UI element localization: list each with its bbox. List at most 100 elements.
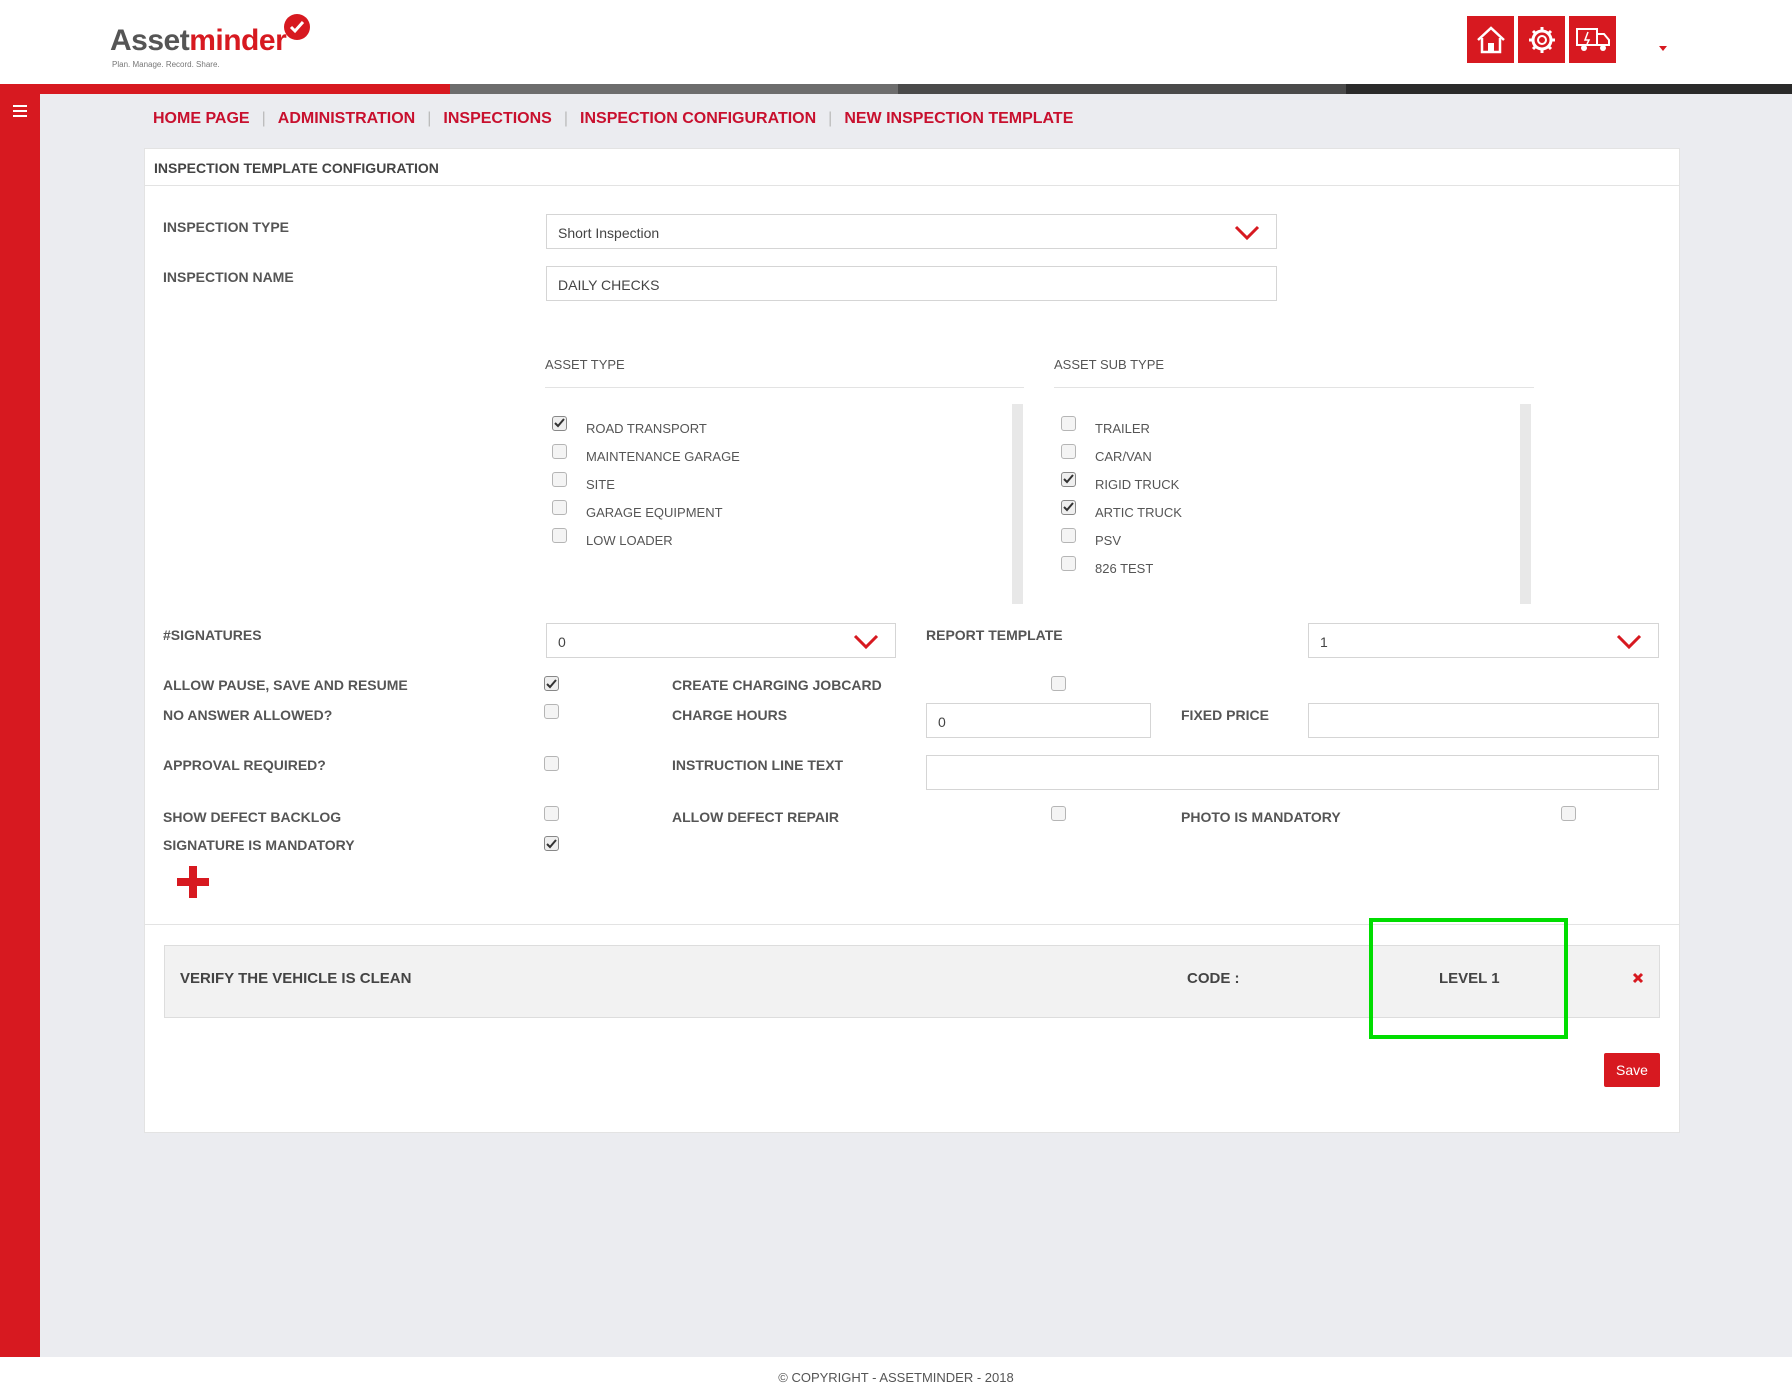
logo-tagline: Plan. Manage. Record. Share. [112, 60, 220, 69]
home-icon[interactable] [1467, 16, 1514, 63]
asset-type-label: LOW LOADER [586, 532, 673, 548]
asset-sub-type-label: RIGID TRUCK [1095, 476, 1180, 492]
asset-sub-type-header: ASSET SUB TYPE [1054, 357, 1534, 388]
delete-item-icon[interactable] [1628, 968, 1648, 988]
asset-type-label: ROAD TRANSPORT [586, 420, 707, 436]
level-highlight-box [1369, 918, 1568, 1039]
hamburger-menu-icon[interactable] [13, 105, 27, 120]
top-bar: Assetminder Plan. Manage. Record. Share. [0, 0, 1792, 84]
assetminder-logo[interactable]: Assetminder Plan. Manage. Record. Share. [110, 14, 320, 69]
approval-required-label: APPROVAL REQUIRED? [163, 757, 326, 773]
instruction-line-text-label: INSTRUCTION LINE TEXT [672, 757, 844, 773]
settings-gear-icon[interactable] [1518, 16, 1565, 63]
list-item[interactable]: PSV [1054, 526, 1182, 554]
list-item[interactable]: TRAILER [1054, 414, 1182, 442]
sidebar [0, 94, 40, 1357]
photo-is-mandatory-checkbox[interactable] [1561, 806, 1576, 821]
asset-sub-type-label: PSV [1095, 532, 1122, 548]
approval-required-checkbox[interactable] [544, 756, 559, 771]
breadcrumb-administration[interactable]: ADMINISTRATION [278, 110, 415, 128]
list-item[interactable]: LOW LOADER [545, 526, 740, 554]
breadcrumb-new-inspection-template[interactable]: NEW INSPECTION TEMPLATE [844, 110, 1073, 128]
logo-wordmark: Assetminder [110, 24, 287, 57]
list-item[interactable]: RIGID TRUCK [1054, 470, 1182, 498]
user-menu-caret-icon[interactable] [1659, 46, 1667, 51]
asset-sub-type-scrollbar[interactable] [1520, 404, 1531, 604]
fixed-price-input[interactable] [1308, 703, 1659, 738]
charge-hours-label: CHARGE HOURS [672, 707, 788, 723]
show-defect-backlog-checkbox[interactable] [544, 806, 559, 821]
breadcrumb-inspection-configuration[interactable]: INSPECTION CONFIGURATION [580, 110, 816, 128]
asset-sub-type-checkbox[interactable] [1061, 471, 1076, 487]
header-stripe-darker [1346, 84, 1792, 94]
list-item[interactable]: 826 TEST [1054, 554, 1182, 582]
no-answer-allowed-checkbox[interactable] [544, 704, 559, 719]
breadcrumb-separator: | [828, 110, 833, 127]
asset-type-checkbox[interactable] [552, 499, 567, 515]
list-item[interactable]: ARTIC TRUCK [1054, 498, 1182, 526]
asset-type-label: SITE [586, 476, 615, 492]
asset-type-label: MAINTENANCE GARAGE [586, 448, 740, 464]
list-item[interactable]: ROAD TRANSPORT [545, 414, 740, 442]
asset-type-checkbox[interactable] [552, 471, 567, 487]
asset-type-checkbox[interactable] [552, 415, 567, 431]
asset-sub-type-label: TRAILER [1095, 420, 1150, 436]
allow-defect-repair-checkbox[interactable] [1051, 806, 1066, 821]
create-charging-jobcard-checkbox[interactable] [1051, 676, 1066, 691]
charge-hours-input[interactable]: 0 [926, 703, 1151, 738]
asset-sub-type-checkbox[interactable] [1061, 415, 1076, 431]
inspection-item-code-label: CODE : [1187, 970, 1240, 987]
asset-type-scrollbar[interactable] [1012, 404, 1023, 604]
charge-hours-value: 0 [938, 714, 946, 730]
signatures-select[interactable]: 0 [546, 623, 896, 658]
instruction-line-text-input[interactable] [926, 755, 1659, 790]
inspection-type-label: INSPECTION TYPE [163, 219, 290, 235]
panel-title: INSPECTION TEMPLATE CONFIGURATION [145, 149, 1679, 186]
asset-sub-type-label: ARTIC TRUCK [1095, 504, 1182, 520]
chevron-down-icon [1234, 225, 1260, 241]
asset-type-list: ROAD TRANSPORT MAINTENANCE GARAGE SITE G… [545, 414, 740, 554]
asset-sub-type-checkbox[interactable] [1061, 555, 1076, 571]
inspection-name-label: INSPECTION NAME [163, 269, 294, 285]
report-template-select[interactable]: 1 [1308, 623, 1659, 658]
header-stripe-grey [450, 84, 898, 94]
breadcrumb: HOME PAGE | ADMINISTRATION | INSPECTIONS… [153, 110, 1073, 128]
list-item[interactable]: MAINTENANCE GARAGE [545, 442, 740, 470]
allow-pause-label: ALLOW PAUSE, SAVE AND RESUME [163, 677, 408, 693]
fixed-price-label: FIXED PRICE [1181, 707, 1269, 723]
header-stripe-dark [898, 84, 1346, 94]
inspection-item-title: VERIFY THE VEHICLE IS CLEAN [180, 970, 412, 987]
asset-sub-type-list: TRAILER CAR/VAN RIGID TRUCK ARTIC TRUCK … [1054, 414, 1182, 582]
allow-defect-repair-label: ALLOW DEFECT REPAIR [672, 809, 839, 825]
breadcrumb-separator: | [427, 110, 432, 127]
asset-type-checkbox[interactable] [552, 527, 567, 543]
signature-is-mandatory-label: SIGNATURE IS MANDATORY [163, 837, 355, 853]
footer-copyright: © COPYRIGHT - ASSETMINDER - 2018 [0, 1357, 1792, 1396]
signatures-value: 0 [558, 634, 566, 650]
chevron-down-icon [1616, 634, 1642, 650]
breadcrumb-inspections[interactable]: INSPECTIONS [443, 110, 551, 128]
asset-sub-type-checkbox[interactable] [1061, 443, 1076, 459]
asset-sub-type-checkbox[interactable] [1061, 527, 1076, 543]
report-template-label: REPORT TEMPLATE [926, 627, 1063, 643]
inspection-name-value: DAILY CHECKS [558, 277, 660, 293]
add-item-plus-icon[interactable] [175, 864, 211, 900]
list-item[interactable]: GARAGE EQUIPMENT [545, 498, 740, 526]
asset-type-checkbox[interactable] [552, 443, 567, 459]
chevron-down-icon [853, 634, 879, 650]
allow-pause-checkbox[interactable] [544, 676, 559, 691]
breadcrumb-separator: | [261, 110, 266, 127]
list-item[interactable]: SITE [545, 470, 740, 498]
signature-is-mandatory-checkbox[interactable] [544, 836, 559, 851]
list-item[interactable]: CAR/VAN [1054, 442, 1182, 470]
signatures-label: #SIGNATURES [163, 627, 262, 643]
report-template-value: 1 [1320, 634, 1328, 650]
asset-sub-type-checkbox[interactable] [1061, 499, 1076, 515]
breadcrumb-home[interactable]: HOME PAGE [153, 110, 250, 128]
asset-sub-type-label: CAR/VAN [1095, 448, 1152, 464]
inspection-name-input[interactable]: DAILY CHECKS [546, 266, 1277, 301]
truck-icon[interactable] [1569, 16, 1616, 63]
inspection-type-select[interactable]: Short Inspection [546, 214, 1277, 249]
save-button[interactable]: Save [1604, 1053, 1660, 1087]
breadcrumb-separator: | [563, 110, 569, 127]
